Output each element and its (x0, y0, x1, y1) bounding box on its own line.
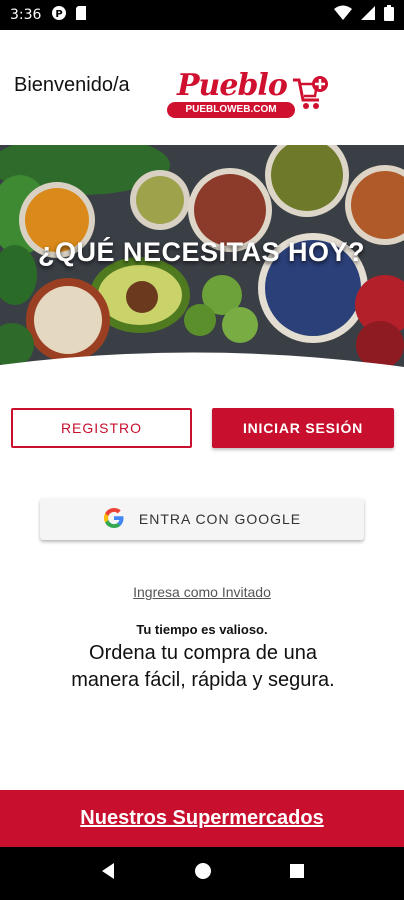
recents-icon[interactable] (289, 863, 305, 884)
google-button-label: ENTRA CON GOOGLE (138, 511, 302, 527)
header: Bienvenido/a Pueblo PUEBLOWEB.COM (0, 30, 404, 145)
home-icon[interactable] (194, 862, 212, 885)
signal-icon (360, 5, 376, 25)
footer-bar: Nuestros Supermercados (0, 790, 404, 847)
status-bar: 3:36 P (0, 0, 404, 30)
supermarkets-link[interactable]: Nuestros Supermercados (80, 807, 323, 830)
hero-title: ¿QUÉ NECESITAS HOY? (38, 237, 366, 267)
welcome-text: Bienvenido/a (14, 74, 130, 96)
cart-plus-icon (293, 74, 329, 119)
google-icon (103, 507, 125, 532)
svg-text:P: P (56, 9, 63, 20)
battery-icon (384, 5, 394, 25)
google-signin-button[interactable]: ENTRA CON GOOGLE (40, 498, 364, 540)
tagline-small: Tu tiempo es valioso. (136, 622, 268, 637)
wifi-icon (334, 5, 352, 25)
guest-login-link[interactable]: Ingresa como Invitado (0, 584, 404, 600)
sd-card-icon (75, 5, 87, 25)
logo-subtitle: PUEBLOWEB.COM (167, 102, 295, 118)
hero-bottom-curve (0, 352, 404, 395)
logo-wordmark: Pueblo (177, 68, 288, 103)
tagline-big: Ordena tu compra de una manera fácil, rá… (71, 642, 335, 691)
app-screen: Bienvenido/a Pueblo PUEBLOWEB.COM ¿QUÉ N… (0, 30, 404, 847)
hero-banner: ¿QUÉ NECESITAS HOY? (0, 145, 404, 395)
login-button[interactable]: INICIAR SESIÓN (212, 408, 394, 448)
register-button[interactable]: REGISTRO (11, 408, 192, 448)
system-nav-bar (0, 847, 404, 900)
status-time: 3:36 (10, 7, 42, 23)
back-icon[interactable] (99, 862, 117, 885)
pueblo-logo: Pueblo PUEBLOWEB.COM (165, 68, 335, 128)
pueblo-app-icon: P (51, 5, 67, 25)
